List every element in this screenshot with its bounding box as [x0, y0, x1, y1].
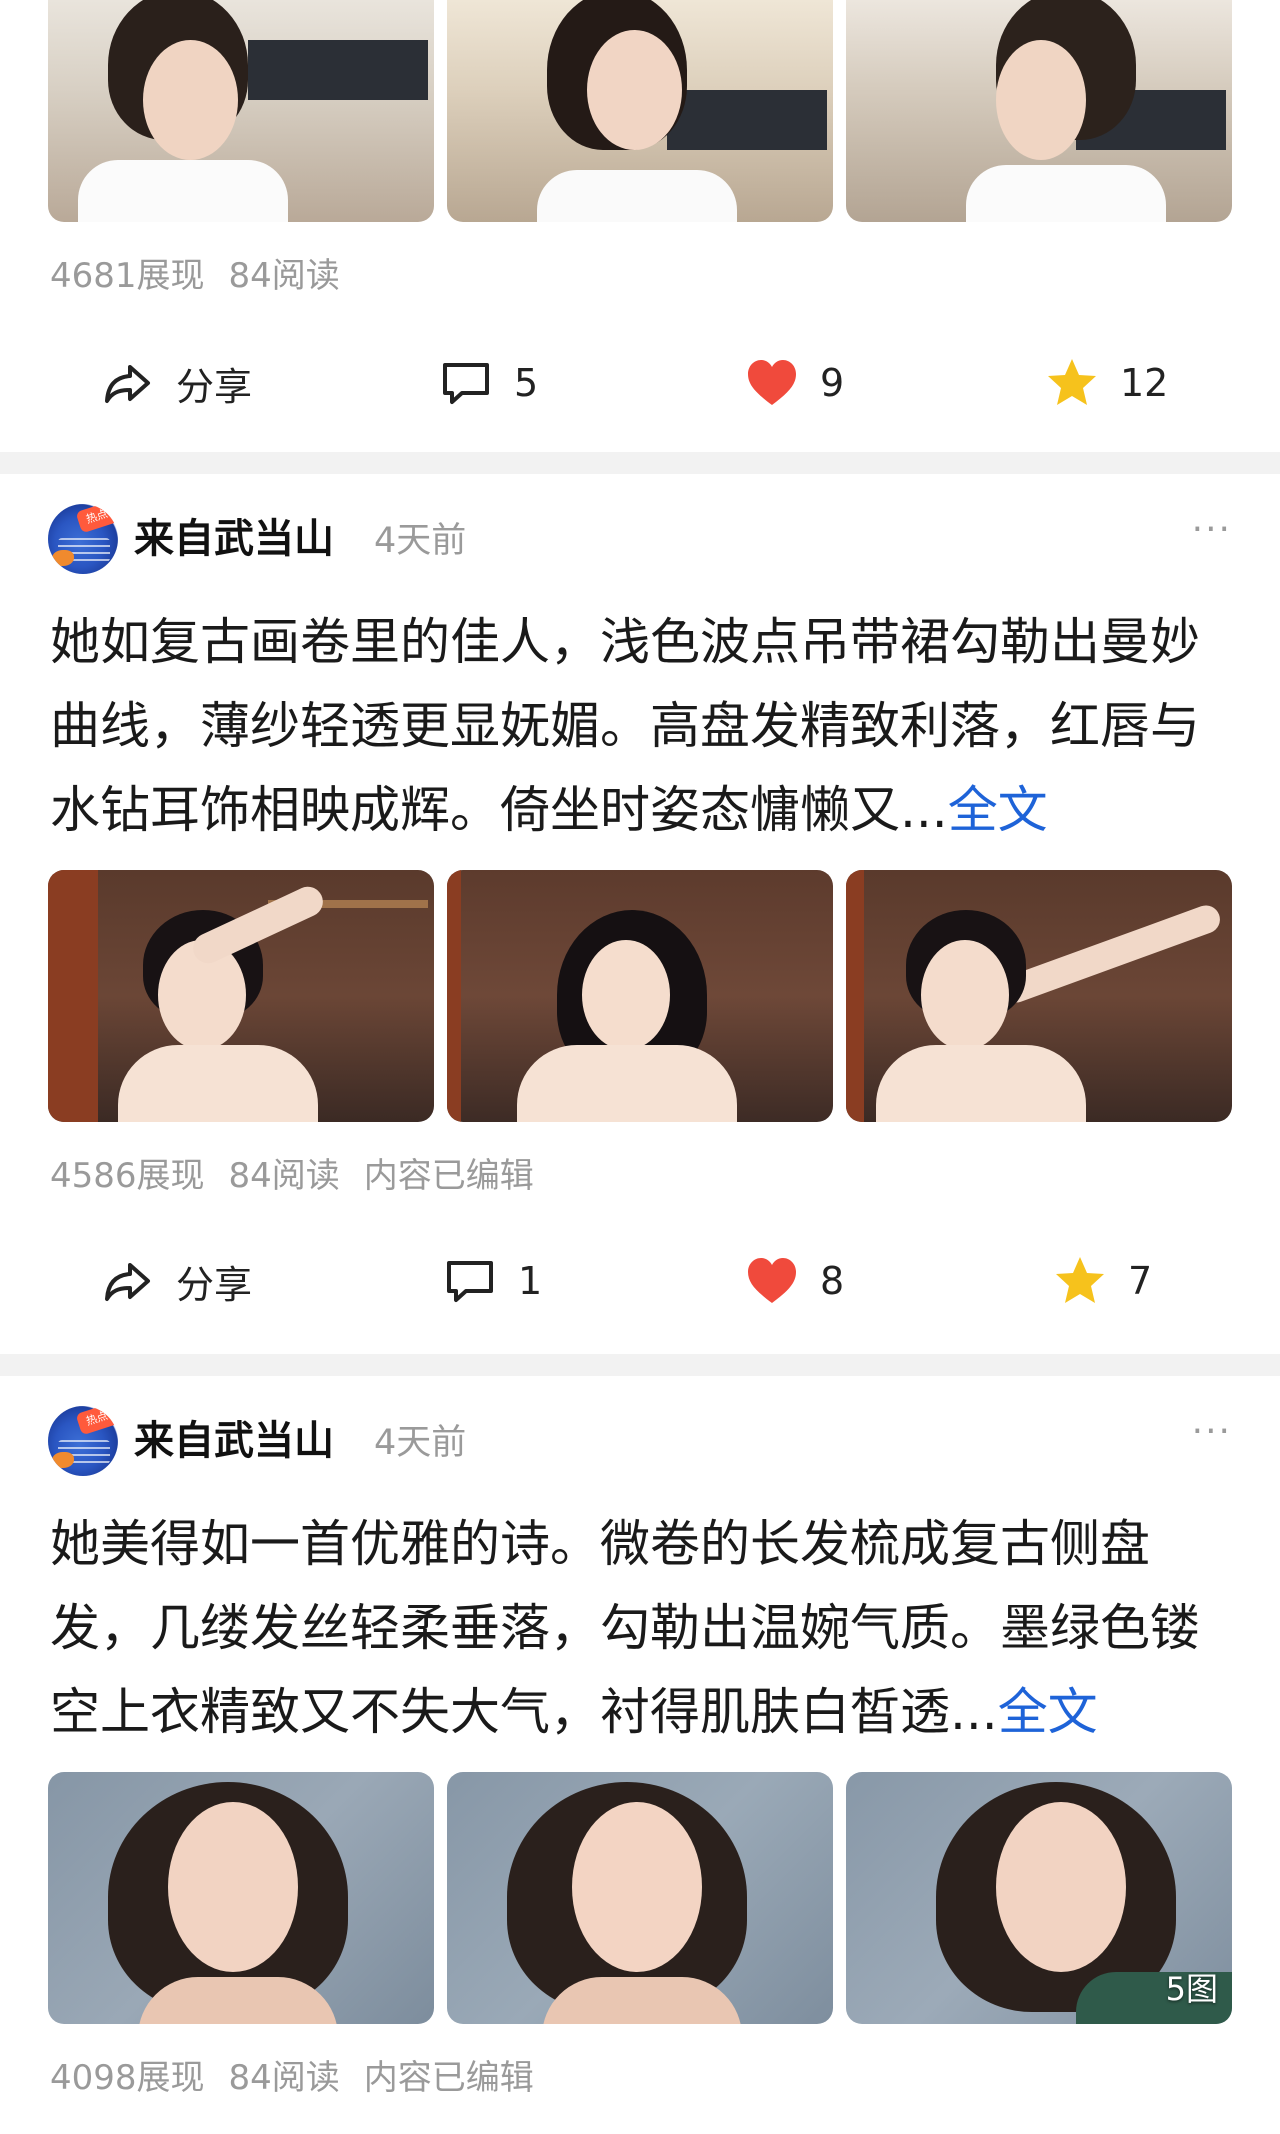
- post-image[interactable]: [48, 0, 434, 222]
- post-time: 4天前: [374, 521, 467, 561]
- share-arrow-icon: [105, 365, 150, 403]
- post-card: 热点 来自武当山 4天前 ··· 她如复古画卷里的佳人，浅色波点吊带裙勾勒出曼妙…: [0, 474, 1280, 1354]
- share-label: 分享: [176, 364, 253, 409]
- comment-button[interactable]: 5: [438, 348, 538, 418]
- image-grid: [48, 870, 1232, 1122]
- post-stats: 4098展现 84阅读 内容已编辑: [50, 2056, 558, 2100]
- post-image[interactable]: [447, 0, 833, 222]
- more-dots-icon[interactable]: ···: [1192, 1412, 1232, 1452]
- avatar[interactable]: 热点: [48, 1406, 118, 1476]
- author-name[interactable]: 来自武当山: [134, 514, 334, 564]
- section-divider: [0, 1354, 1280, 1376]
- action-bar: 分享 1 8 7: [0, 1246, 1280, 1316]
- post-image[interactable]: [48, 1772, 434, 2024]
- favorite-count: 12: [1120, 361, 1169, 405]
- post-image[interactable]: [846, 870, 1232, 1122]
- share-button[interactable]: 分享: [100, 348, 252, 418]
- heart-icon: [748, 1258, 796, 1303]
- full-text-link[interactable]: 全文: [998, 1683, 1098, 1741]
- favorite-button[interactable]: 12: [1044, 348, 1168, 418]
- comment-count: 1: [518, 1259, 543, 1303]
- post-header: 热点 来自武当山 4天前 ···: [48, 1406, 1232, 1476]
- like-count: 9: [820, 361, 845, 405]
- image-count-badge: 5图: [1165, 1970, 1218, 2008]
- comment-bubble-icon: [443, 363, 489, 404]
- views-count: 4586展现: [50, 1156, 205, 1196]
- post-image[interactable]: [846, 0, 1232, 222]
- star-icon: [1048, 359, 1096, 405]
- favorite-button[interactable]: 7: [1052, 1246, 1152, 1316]
- edited-label: 内容已编辑: [363, 1156, 534, 1196]
- like-button[interactable]: 9: [744, 348, 844, 418]
- heart-icon: [748, 360, 796, 405]
- favorite-count: 7: [1128, 1259, 1153, 1303]
- edited-label: 内容已编辑: [363, 2058, 534, 2098]
- share-label: 分享: [176, 1262, 253, 1307]
- share-button[interactable]: 分享: [100, 1246, 252, 1316]
- post-card: 热点 来自武当山 4天前 ··· 她美得如一首优雅的诗。微卷的长发梳成复古侧盘发…: [0, 1376, 1280, 2134]
- views-count: 4098展现: [50, 2058, 205, 2098]
- post-image[interactable]: [447, 1772, 833, 2024]
- more-dots-icon[interactable]: ···: [1192, 510, 1232, 550]
- image-grid: 5图: [48, 1772, 1232, 2024]
- post-time: 4天前: [374, 1423, 467, 1463]
- comment-count: 5: [514, 361, 539, 405]
- post-card: 4681展现 84阅读 分享 5 9 12: [0, 0, 1280, 452]
- post-image[interactable]: [447, 870, 833, 1122]
- action-bar: 分享 5 9 12: [0, 348, 1280, 418]
- comment-button[interactable]: 1: [442, 1246, 542, 1316]
- post-text[interactable]: 她美得如一首优雅的诗。微卷的长发梳成复古侧盘发，几缕发丝轻柔垂落，勾勒出温婉气质…: [50, 1502, 1230, 1754]
- reads-count: 84阅读: [228, 256, 340, 296]
- like-button[interactable]: 8: [744, 1246, 844, 1316]
- comment-bubble-icon: [447, 1261, 493, 1302]
- post-image[interactable]: 5图: [846, 1772, 1232, 2024]
- post-header: 热点 来自武当山 4天前 ···: [48, 504, 1232, 574]
- post-stats: 4586展现 84阅读 内容已编辑: [50, 1154, 558, 1198]
- reads-count: 84阅读: [228, 1156, 340, 1196]
- image-grid: [48, 0, 1232, 222]
- post-stats: 4681展现 84阅读: [50, 254, 364, 298]
- post-image[interactable]: [48, 870, 434, 1122]
- views-count: 4681展现: [50, 256, 205, 296]
- star-icon: [1056, 1257, 1104, 1303]
- share-arrow-icon: [105, 1263, 150, 1301]
- reads-count: 84阅读: [228, 2058, 340, 2098]
- full-text-link[interactable]: 全文: [948, 781, 1048, 839]
- section-divider: [0, 452, 1280, 474]
- like-count: 8: [820, 1259, 845, 1303]
- avatar[interactable]: 热点: [48, 504, 118, 574]
- author-name[interactable]: 来自武当山: [134, 1416, 334, 1466]
- post-text[interactable]: 她如复古画卷里的佳人，浅色波点吊带裙勾勒出曼妙曲线，薄纱轻透更显妩媚。高盘发精致…: [50, 600, 1230, 852]
